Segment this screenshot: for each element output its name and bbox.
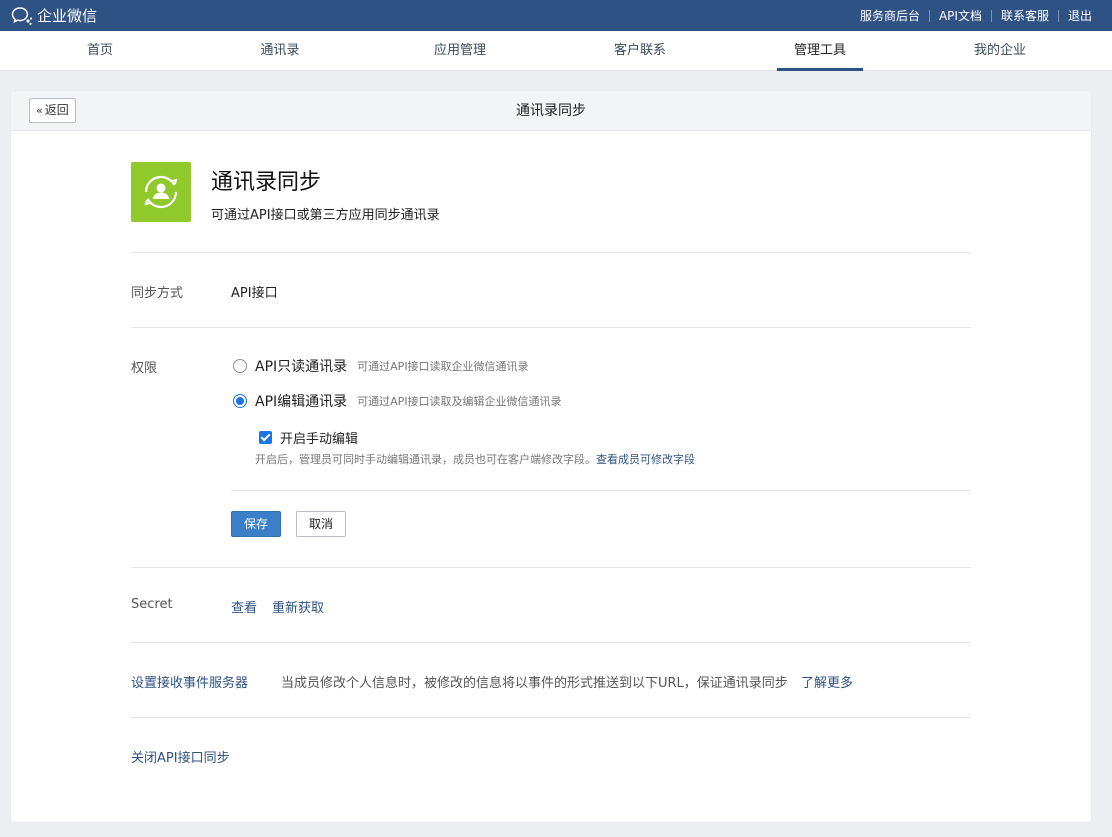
top-links: 服务商后台 API文档 联系客服 退出 [851, 0, 1092, 31]
main-nav: 首页 通讯录 应用管理 客户联系 管理工具 我的企业 [0, 31, 1112, 71]
divider [131, 642, 971, 643]
permission-label: 权限 [131, 361, 158, 376]
radio-hint: 可通过API接口读取及编辑企业微信通讯录 [357, 395, 562, 408]
card-header: « 返回 通讯录同步 [11, 91, 1091, 131]
nav-item-customer-contact[interactable]: 客户联系 [550, 31, 730, 71]
nav-item-my-company[interactable]: 我的企业 [910, 31, 1090, 71]
provider-console-link[interactable]: 服务商后台 [851, 7, 929, 24]
nav-item-contacts[interactable]: 通讯录 [190, 31, 370, 71]
close-api-sync-link[interactable]: 关闭API接口同步 [131, 747, 230, 766]
app-description: 可通过API接口或第三方应用同步通讯录 [211, 208, 440, 223]
radio-circle[interactable] [233, 359, 247, 373]
api-docs-link[interactable]: API文档 [930, 7, 991, 24]
sync-mode-value: API接口 [231, 286, 278, 301]
nav-item-app-management[interactable]: 应用管理 [370, 31, 550, 71]
learn-more-link[interactable]: 了解更多 [801, 672, 853, 691]
save-button[interactable]: 保存 [231, 511, 281, 537]
manual-edit-checkbox[interactable]: 开启手动编辑 [259, 428, 358, 447]
refresh-secret-link[interactable]: 重新获取 [272, 597, 324, 616]
contact-support-link[interactable]: 联系客服 [992, 7, 1058, 24]
radio-label: API编辑通讯录 [255, 394, 348, 410]
radio-label: API只读通讯录 [255, 359, 348, 375]
nav-item-management-tools[interactable]: 管理工具 [730, 31, 910, 71]
view-secret-link[interactable]: 查看 [231, 597, 257, 616]
divider [131, 327, 971, 328]
cancel-button[interactable]: 取消 [296, 511, 346, 537]
hint-text: 开启后，管理员可同时手动编辑通讯录，成员也可在客户端修改字段。 [255, 453, 596, 466]
divider [231, 490, 971, 491]
logout-link[interactable]: 退出 [1059, 7, 1092, 24]
brand-name: 企业微信 [37, 7, 98, 25]
permission-readonly-radio[interactable]: API只读通讯录 可通过API接口读取企业微信通讯录 [233, 356, 529, 376]
divider [131, 252, 971, 253]
app-title: 通讯录同步 [211, 170, 322, 195]
divider [131, 717, 971, 718]
brand-logo[interactable]: 企业微信 [11, 5, 97, 26]
nav-item-home[interactable]: 首页 [10, 31, 190, 71]
event-server-link[interactable]: 设置接收事件服务器 [131, 672, 248, 691]
radio-circle[interactable] [233, 394, 247, 408]
contacts-sync-icon [131, 162, 191, 222]
divider [131, 567, 971, 568]
secret-label: Secret [131, 597, 173, 612]
wecom-logo-icon [11, 6, 33, 25]
permission-edit-radio[interactable]: API编辑通讯录 可通过API接口读取及编辑企业微信通讯录 [233, 391, 562, 411]
event-server-description: 当成员修改个人信息时，被修改的信息将以事件的形式推送到以下URL，保证通讯录同步 [281, 676, 788, 691]
radio-hint: 可通过API接口读取企业微信通讯录 [357, 360, 529, 373]
top-bar: 企业微信 服务商后台 API文档 联系客服 退出 [0, 0, 1112, 31]
sync-mode-label: 同步方式 [131, 286, 184, 301]
checkbox-box[interactable] [259, 431, 272, 444]
content-card: « 返回 通讯录同步 通讯录同步 可通过API接口或第三方应用同步通讯录 同步方… [11, 91, 1091, 822]
page-title: 通讯录同步 [516, 103, 586, 119]
checkbox-label: 开启手动编辑 [280, 432, 359, 447]
manual-edit-hint: 开启后，管理员可同时手动编辑通讯录，成员也可在客户端修改字段。查看成员可修改字段 [255, 451, 695, 467]
editable-fields-link[interactable]: 查看成员可修改字段 [596, 453, 695, 466]
